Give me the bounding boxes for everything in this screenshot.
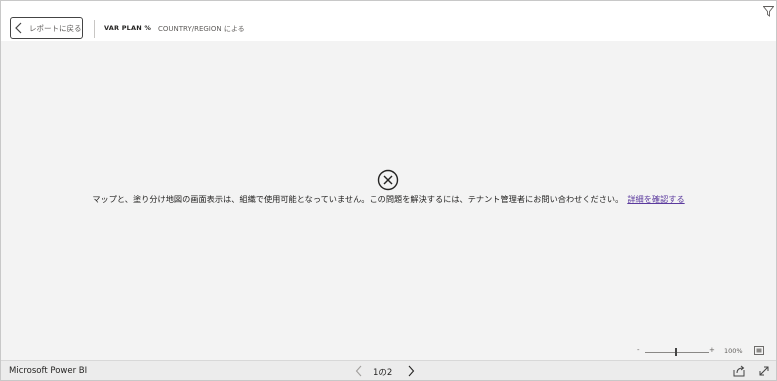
report-frame: レポートに戻る VAR PLAN % COUNTRY/REGION による マッ… [0, 0, 777, 381]
back-to-report-button[interactable]: レポートに戻る [10, 17, 83, 39]
chevron-left-icon[interactable] [355, 365, 363, 377]
chevron-left-icon [15, 22, 22, 34]
zoom-control: - + 100% [635, 346, 775, 357]
share-icon[interactable] [733, 365, 745, 377]
zoom-percent: 100% [724, 347, 743, 355]
chevron-right-icon[interactable] [407, 365, 415, 377]
app-name: Microsoft Power BI [9, 366, 88, 376]
zoom-slider-track[interactable] [645, 351, 709, 353]
visual-title: VAR PLAN % [104, 24, 152, 32]
zoom-slider-handle[interactable] [675, 348, 677, 356]
visual-subtitle: COUNTRY/REGION による [158, 24, 245, 33]
zoom-out-button[interactable]: - [637, 346, 640, 354]
report-canvas: マップと、塗り分け地図の画面表示は、組織で使用可能となっていません。この問題を解… [1, 41, 776, 360]
error-circle-x-icon [377, 169, 399, 191]
header-divider [94, 20, 95, 38]
learn-more-link[interactable]: 詳細を確認する [627, 194, 684, 204]
footer-bar: Microsoft Power BI 1の2 [1, 360, 776, 380]
back-button-label: レポートに戻る [29, 23, 82, 33]
header: レポートに戻る VAR PLAN % COUNTRY/REGION による [1, 1, 776, 41]
error-message: マップと、塗り分け地図の画面表示は、組織で使用可能となっていません。この問題を解… [1, 193, 776, 205]
fit-to-page-icon[interactable] [754, 346, 764, 355]
page-indicator: 1の2 [373, 368, 393, 378]
error-message-text: マップと、塗り分け地図の画面表示は、組織で使用可能となっていません。この問題を解… [92, 194, 624, 204]
zoom-in-button[interactable]: + [709, 346, 715, 354]
fullscreen-icon[interactable] [758, 365, 770, 377]
filter-icon[interactable] [763, 6, 774, 17]
